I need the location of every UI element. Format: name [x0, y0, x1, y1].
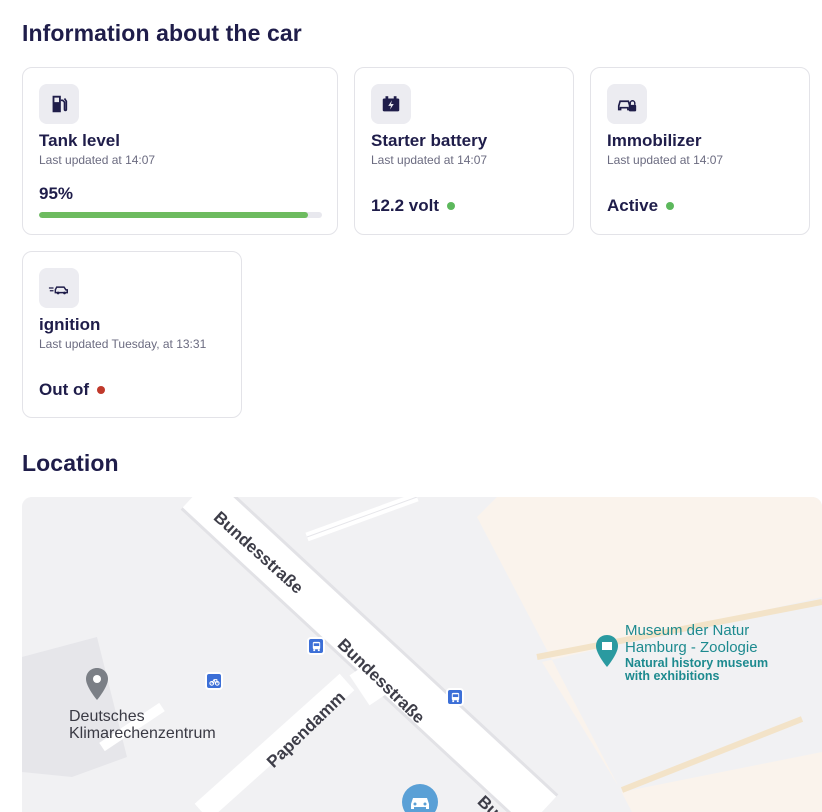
immobilizer-card[interactable]: Immobilizer Last updated at 14:07 Active [590, 67, 810, 235]
ignition-value-row: Out of [39, 380, 106, 400]
poi-label-museum-line1: Museum der Natur [625, 622, 750, 639]
starter-battery-value: 12.2 volt [371, 196, 440, 215]
immobilizer-value: Active [607, 196, 659, 215]
immobilizer-updated: Last updated at 14:07 [607, 153, 724, 167]
tank-progress-fill [39, 212, 308, 218]
poi-label-klimarechenzentrum-line1: Deutsches [69, 708, 145, 725]
location-map[interactable]: Bundesstraße Bundesstraße Papendamm Bund… [22, 497, 822, 812]
location-pin-icon[interactable] [84, 667, 110, 706]
car-lock-icon [607, 84, 647, 124]
fuel-pump-icon [39, 84, 79, 124]
starter-battery-value-row: 12.2 volt [371, 196, 456, 216]
bus-stop-icon[interactable] [446, 688, 464, 706]
ignition-value: Out of [39, 380, 90, 399]
ignition-card[interactable]: ignition Last updated Tuesday, at 13:31 … [22, 251, 242, 418]
immobilizer-value-row: Active [607, 196, 675, 216]
status-dot [447, 202, 456, 210]
starter-battery-card[interactable]: Starter battery Last updated at 14:07 12… [354, 67, 574, 235]
immobilizer-title: Immobilizer [607, 131, 702, 150]
poi-label-museum-line2: Hamburg - Zoologie [625, 639, 758, 656]
battery-icon [371, 84, 411, 124]
moving-car-icon [39, 268, 79, 308]
tank-level-updated: Last updated at 14:07 [39, 153, 156, 167]
info-section-title: Information about the car [22, 20, 302, 46]
museum-pin-icon[interactable] [594, 634, 620, 673]
car-marker-icon[interactable] [401, 783, 439, 812]
tank-level-title: Tank level [39, 131, 120, 150]
ignition-updated: Last updated Tuesday, at 13:31 [39, 337, 207, 351]
poi-desc-museum-line2: with exhibitions [625, 669, 720, 683]
tank-level-value: 95% [39, 184, 74, 203]
bus-stop-icon[interactable] [307, 637, 325, 655]
bike-station-icon[interactable] [205, 672, 223, 690]
tank-level-card[interactable]: Tank level Last updated at 14:07 95% [22, 67, 338, 235]
status-dot [666, 202, 675, 210]
starter-battery-updated: Last updated at 14:07 [371, 153, 488, 167]
tank-progress-bar [39, 212, 322, 218]
location-section-title: Location [22, 450, 119, 476]
starter-battery-title: Starter battery [371, 131, 488, 150]
poi-label-klimarechenzentrum-line2: Klimarechenzentrum [69, 725, 216, 742]
status-dot [97, 386, 106, 394]
ignition-title: ignition [39, 315, 101, 334]
